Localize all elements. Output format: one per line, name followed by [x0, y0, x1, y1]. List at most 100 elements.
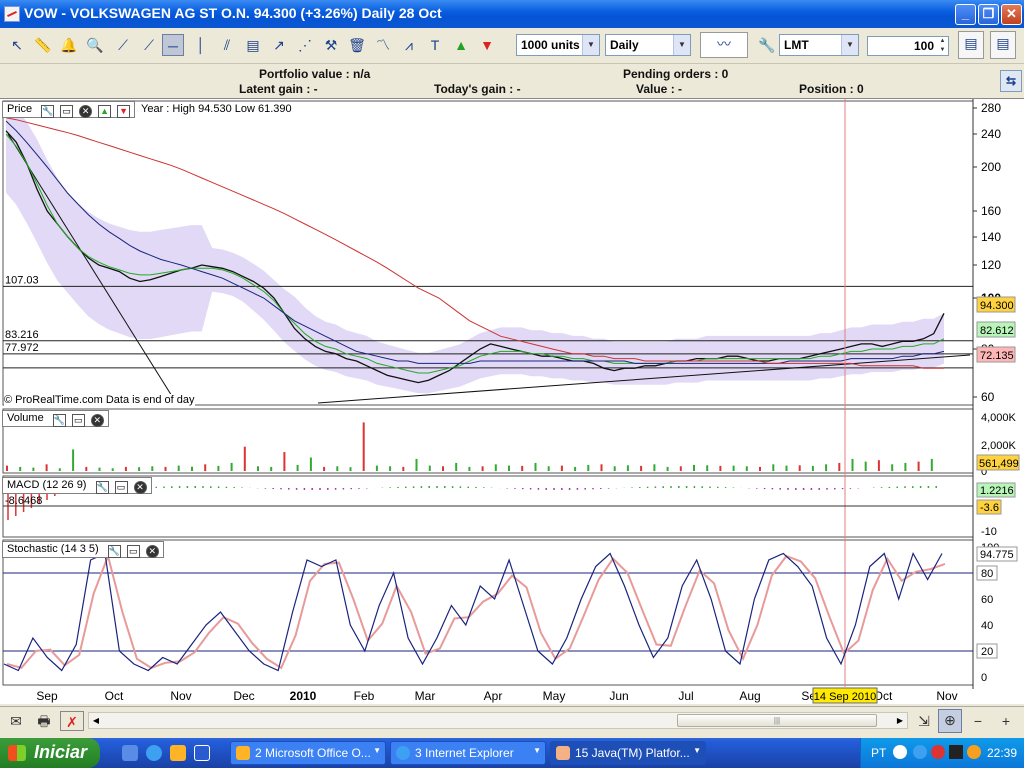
window-icon[interactable]: ▭	[60, 105, 74, 118]
chart-scrollbar[interactable]: ◀ ||| ▶	[88, 712, 908, 729]
scroll-right-icon[interactable]: ▶	[893, 713, 907, 728]
zoom-in-icon[interactable]: +	[994, 711, 1018, 731]
channel-icon[interactable]: ⫽	[216, 34, 238, 56]
ie-icon	[396, 746, 410, 760]
indicators-icon[interactable]: 〰	[700, 32, 748, 58]
wrench-icon[interactable]: 🔧	[756, 34, 778, 56]
zoom-icon[interactable]: 🔍	[84, 34, 106, 56]
close-icon[interactable]: ✕	[79, 105, 93, 118]
tray-ies-icon[interactable]	[949, 745, 963, 759]
word-icon[interactable]	[194, 745, 210, 761]
scroll-thumb[interactable]: |||	[677, 714, 877, 727]
sell-order-icon[interactable]: ▤	[990, 31, 1016, 59]
volume-bar	[798, 465, 801, 471]
wrench-icon[interactable]: 🔧	[107, 545, 121, 558]
tray-update-icon[interactable]	[967, 745, 981, 759]
scroll-left-icon[interactable]: ◀	[89, 713, 103, 728]
task-java[interactable]: 15 Java(TM) Platfor... ▼	[550, 741, 706, 765]
chart-area[interactable]: 6080100120140160200240280107.0383.21677.…	[0, 98, 1024, 704]
spin-icon[interactable]: ▲ ▼	[937, 37, 948, 55]
buy-arrow-icon[interactable]: ▲	[450, 34, 472, 56]
language-indicator[interactable]: PT	[871, 746, 886, 760]
pointer-icon[interactable]: ↖	[6, 34, 28, 56]
minimize-button[interactable]: _	[955, 4, 976, 25]
app-window: VOW - VOLKSWAGEN AG ST O.N. 94.300 (+3.2…	[0, 0, 1024, 768]
ray-line-icon[interactable]: ⟋	[138, 34, 160, 56]
stochastic-tick-label: 0	[981, 672, 987, 684]
tray-arrow-icon[interactable]	[893, 745, 907, 759]
tray-antivirus-icon[interactable]	[931, 745, 945, 759]
zoom-select-icon[interactable]: ⊕	[938, 709, 962, 733]
start-button[interactable]: Iniciar	[0, 738, 100, 768]
close-icon[interactable]: ✕	[90, 414, 104, 427]
period-select[interactable]: Daily ▼	[605, 34, 691, 56]
text-icon[interactable]: T	[424, 34, 446, 56]
stochastic-panel-label: Stochastic (14 3 5) 🔧 ▭ ✕	[2, 541, 164, 558]
zigzag-icon[interactable]: 〽	[372, 34, 394, 56]
show-desktop-icon[interactable]	[122, 745, 138, 761]
zoom-fit-icon[interactable]: ⇲	[912, 711, 936, 731]
volume-bar	[362, 422, 365, 471]
move-down-icon[interactable]: ▼	[117, 105, 131, 118]
volume-bar	[58, 468, 61, 471]
vertical-line-icon[interactable]: │	[190, 34, 212, 56]
units-select[interactable]: 1000 units ▼	[516, 34, 600, 56]
outlook-icon[interactable]	[170, 745, 186, 761]
volume-bar	[349, 467, 352, 471]
volume-bar	[587, 464, 590, 471]
quantity-stepper[interactable]: 100 ▲ ▼	[867, 36, 949, 56]
task-internet-explorer[interactable]: 3 Internet Explorer ▼	[390, 741, 546, 765]
buy-order-icon[interactable]: ▤	[958, 31, 984, 59]
close-icon[interactable]: ✕	[145, 545, 159, 558]
horizontal-line-icon[interactable]: ─	[162, 34, 184, 56]
trash-icon[interactable]: 🗑	[346, 34, 368, 56]
task-office[interactable]: 2 Microsoft Office O... ▼	[230, 741, 386, 765]
ruler-icon[interactable]: 📏	[32, 34, 54, 56]
task-java-label: 15 Java(TM) Platfor...	[575, 746, 690, 760]
window-icon[interactable]: ▭	[71, 414, 85, 427]
tools-icon[interactable]: ⚒	[320, 34, 342, 56]
system-tray: PT 22:39	[860, 738, 1024, 768]
expand-panel-icon[interactable]: ⇆	[1000, 70, 1022, 92]
tray-network-icon[interactable]	[913, 745, 927, 759]
maximize-button[interactable]: ❐	[978, 4, 999, 25]
volume-bar	[19, 466, 22, 471]
internet-explorer-icon[interactable]	[146, 745, 162, 761]
volume-label-text: Volume	[7, 412, 44, 424]
macd-panel-label: MACD (12 26 9) 🔧 ▭ ✕	[2, 477, 152, 494]
order-type-select-value: LMT	[784, 38, 809, 52]
zoom-out-icon[interactable]: −	[966, 711, 990, 731]
order-type-select[interactable]: LMT ▼	[779, 34, 859, 56]
fan-icon[interactable]: ⋰	[294, 34, 316, 56]
volume-bar	[32, 467, 35, 471]
window-title: VOW - VOLKSWAGEN AG ST O.N. 94.300 (+3.2…	[24, 5, 442, 21]
x-axis-label: 2010	[290, 689, 317, 703]
window-icon[interactable]: ▭	[126, 545, 140, 558]
stochastic-tick-label: 40	[981, 620, 993, 632]
sell-arrow-icon[interactable]: ▼	[476, 34, 498, 56]
volume-bar	[785, 465, 788, 471]
line-icon[interactable]: ⟋	[112, 34, 134, 56]
close-button[interactable]: ✕	[1001, 4, 1022, 25]
x-axis-label: Jul	[678, 689, 693, 703]
volume-bar	[98, 467, 101, 471]
window-icon[interactable]: ▭	[114, 481, 128, 494]
x-axis-label: Feb	[354, 689, 375, 703]
volume-bar	[6, 465, 8, 471]
delete-drawings-icon[interactable]: ✗	[60, 711, 84, 731]
volume-bar	[191, 466, 193, 471]
close-icon[interactable]: ✕	[133, 481, 147, 494]
fibonacci-icon[interactable]: ▤	[242, 34, 264, 56]
mail-icon[interactable]: ✉	[4, 711, 28, 731]
wrench-icon[interactable]: 🔧	[41, 105, 55, 118]
volume-bar	[455, 462, 458, 471]
arrow-line-icon[interactable]: ↗	[268, 34, 290, 56]
level-label: 77.972	[5, 342, 39, 354]
move-up-icon[interactable]: ▲	[98, 105, 112, 118]
alarm-bell-icon[interactable]: 🔔	[58, 34, 80, 56]
pattern-icon[interactable]: ⩘	[398, 34, 420, 56]
print-icon[interactable]: 🖶	[32, 711, 56, 731]
wrench-icon[interactable]: 🔧	[52, 414, 66, 427]
wrench-icon[interactable]: 🔧	[95, 481, 109, 494]
volume-panel-label: Volume 🔧 ▭ ✕	[2, 410, 109, 427]
